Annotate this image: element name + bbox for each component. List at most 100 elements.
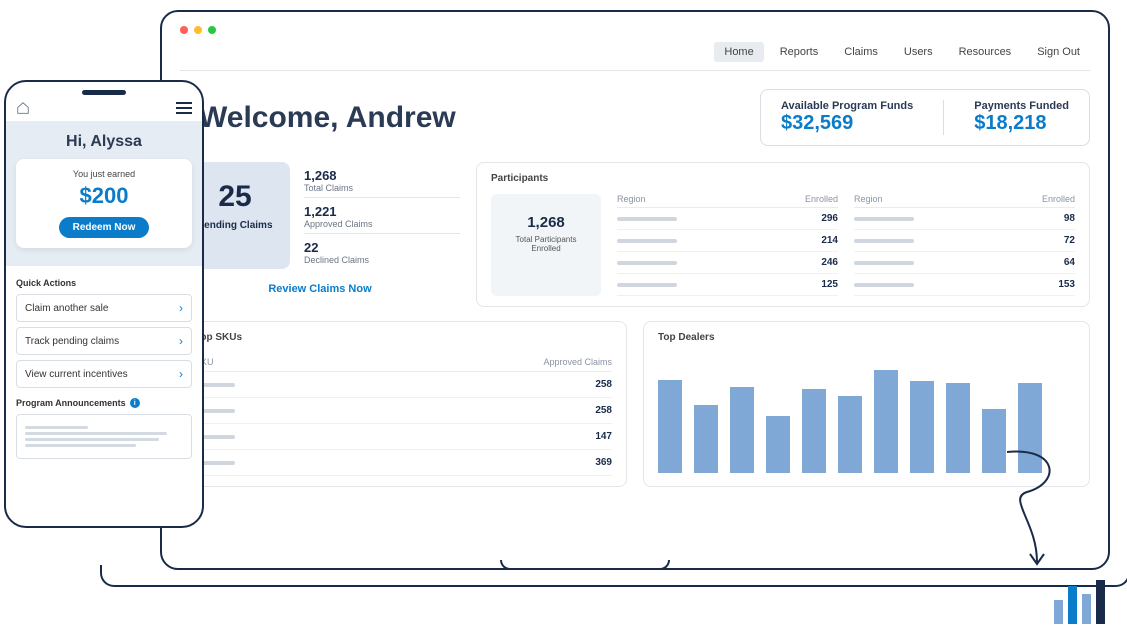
chevron-right-icon: › [179,334,183,348]
info-badge-icon: i [130,398,140,408]
payments-funded: Payments Funded $18,218 [974,100,1069,135]
phone-notch [82,90,126,95]
menu-icon[interactable] [176,102,192,114]
mini-chart-icon [1054,580,1105,624]
qa-view-incentives[interactable]: View current incentives› [16,360,192,388]
nav-resources[interactable]: Resources [949,42,1022,62]
page-title: Welcome, Andrew [184,101,456,135]
earned-value: $200 [26,183,182,209]
sku-value: 369 [595,457,612,468]
region-row: 72 [854,230,1075,252]
stat-value: 1,268 [304,168,460,183]
qa-track-claims[interactable]: Track pending claims › [16,327,192,355]
window-controls [180,26,1090,34]
col-approved: Approved Claims [543,357,612,367]
stat-label: Declined Claims [304,255,460,265]
available-funds-label: Available Program Funds [781,100,913,112]
placeholder-bar [617,261,677,265]
funds-card: Available Program Funds $32,569 Payments… [760,89,1090,146]
earned-label: You just earned [26,169,182,179]
mobile-device: Hi, Alyssa You just earned $200 Redeem N… [4,80,204,528]
top-nav: Home Reports Claims Users Resources Sign… [180,42,1090,71]
stat-label: Total Claims [304,183,460,193]
redeem-button[interactable]: Redeem Now [59,217,150,238]
dealer-bar [694,405,718,473]
participants-title: Participants [491,173,1075,184]
payments-funded-value: $18,218 [974,112,1069,135]
dealer-bar [802,389,826,473]
greeting-text: Hi, Alyssa [16,133,192,151]
qa-label: Claim another sale [25,303,108,314]
earned-card: You just earned $200 Redeem Now [16,159,192,248]
payments-funded-label: Payments Funded [974,100,1069,112]
region-row: 64 [854,252,1075,274]
nav-claims[interactable]: Claims [834,42,888,62]
announcements-title: Program Announcements i [16,398,192,408]
chevron-right-icon: › [179,301,183,315]
sku-row: 258 [195,372,612,398]
col-enrolled: Enrolled [805,194,838,204]
top-skus-panel: Top SKUs SKU Approved Claims 258 258 147… [180,321,627,487]
qa-claim-sale[interactable]: Claim another sale › [16,294,192,322]
stat-approved-claims: 1,221 Approved Claims [304,198,460,234]
total-participants: 1,268 Total Participants Enrolled [491,194,601,296]
qa-label: Track pending claims [25,336,119,347]
enrolled-value: 153 [1058,279,1075,290]
region-row: 246 [617,252,838,274]
placeholder-bar [854,261,914,265]
stat-value: 1,221 [304,204,460,219]
placeholder-bar [854,217,914,221]
region-table-2: Region Enrolled 98 72 64 153 [854,194,1075,296]
participants-panel: Participants 1,268 Total Participants En… [476,162,1090,307]
nav-signout[interactable]: Sign Out [1027,42,1090,62]
review-claims-link[interactable]: Review Claims Now [180,283,460,295]
total-participants-value: 1,268 [501,214,591,231]
nav-reports[interactable]: Reports [770,42,829,62]
top-dealers-title: Top Dealers [658,332,1075,343]
col-region: Region [617,194,646,204]
dealer-bar [838,396,862,473]
home-icon[interactable] [16,101,30,115]
region-row: 153 [854,274,1075,296]
col-region: Region [854,194,883,204]
nav-home[interactable]: Home [714,42,763,62]
maximize-dot-icon[interactable] [208,26,216,34]
enrolled-value: 214 [821,235,838,246]
qa-label: View current incentives [25,369,128,380]
region-table-1: Region Enrolled 296 214 246 125 [617,194,838,296]
nav-users[interactable]: Users [894,42,943,62]
dealer-bar [766,416,790,473]
dealer-bar [658,380,682,474]
placeholder-bar [617,283,677,287]
enrolled-value: 64 [1064,257,1075,268]
minimize-dot-icon[interactable] [194,26,202,34]
stat-value: 22 [304,240,460,255]
dealer-bar [730,387,754,473]
col-enrolled: Enrolled [1042,194,1075,204]
total-participants-label: Total Participants Enrolled [501,235,591,253]
claims-panel: 25 Pending Claims 1,268 Total Claims 1,2… [180,162,460,307]
enrolled-value: 98 [1064,213,1075,224]
arrow-decoration-icon [967,442,1067,572]
sku-value: 147 [595,431,612,442]
dealer-bar [910,381,934,473]
placeholder-bar [617,239,677,243]
announcement-card[interactable] [16,414,192,459]
header-row: Welcome, Andrew Available Program Funds … [180,89,1090,146]
available-funds: Available Program Funds $32,569 [781,100,913,135]
stat-label: Approved Claims [304,219,460,229]
close-dot-icon[interactable] [180,26,188,34]
placeholder-bar [854,239,914,243]
placeholder-bar [854,283,914,287]
dealer-bar [874,370,898,473]
available-funds-value: $32,569 [781,112,913,135]
sku-value: 258 [595,379,612,390]
enrolled-value: 246 [821,257,838,268]
claim-stats: 1,268 Total Claims 1,221 Approved Claims… [304,162,460,269]
enrolled-value: 296 [821,213,838,224]
sku-value: 258 [595,405,612,416]
enrolled-value: 72 [1064,235,1075,246]
region-row: 125 [617,274,838,296]
top-skus-title: Top SKUs [195,332,612,343]
region-row: 296 [617,208,838,230]
